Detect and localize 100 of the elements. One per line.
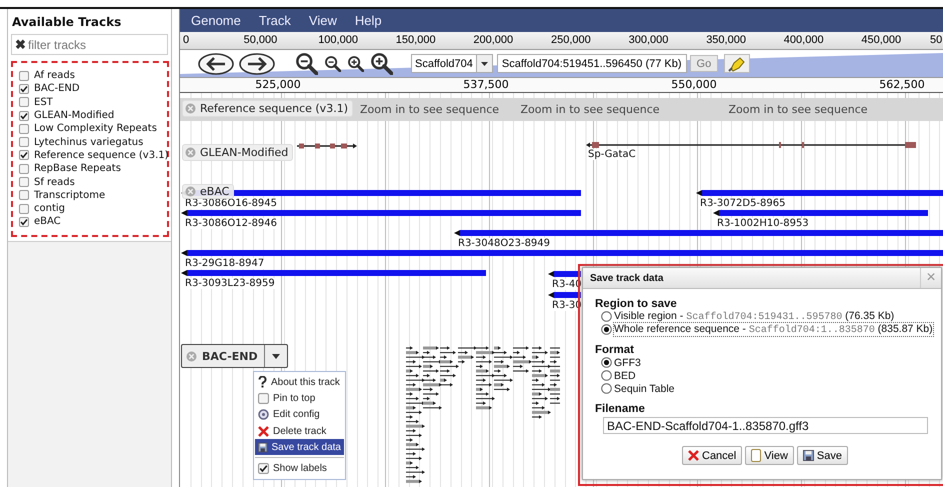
feature-bar[interactable]: [548, 271, 581, 277]
dialog-button[interactable]: View: [745, 446, 794, 465]
panel-title: Available Tracks: [12, 15, 122, 29]
section-heading: Filename: [595, 403, 646, 415]
highlight-button[interactable]: [724, 54, 750, 73]
ruler-label: 200,000: [473, 34, 514, 46]
track-name[interactable]: contig: [34, 203, 66, 214]
checkbox[interactable]: [19, 204, 29, 214]
location-field[interactable]: Scaffold704:519451..596450 (77 Kb): [496, 54, 687, 73]
checkbox[interactable]: [19, 216, 29, 227]
track-name[interactable]: BAC-END: [34, 83, 80, 94]
ruler-label: 50,000: [244, 34, 278, 46]
checkbox[interactable]: [19, 177, 29, 188]
radio-button[interactable]: [601, 324, 612, 335]
track-label[interactable]: Reference sequence (v3.1): [182, 100, 353, 117]
checkbox[interactable]: [19, 124, 29, 134]
feature-label: R3-3048O23-8949: [458, 238, 550, 249]
radio-button[interactable]: [601, 311, 612, 322]
track-name[interactable]: eBAC: [34, 216, 61, 228]
track-name[interactable]: Sf reads: [34, 176, 75, 188]
track-label[interactable]: BAC-END: [181, 344, 288, 368]
ruler-label: 100,000: [318, 34, 358, 46]
gene-feature[interactable]: [586, 141, 916, 149]
menu-item[interactable]: Show labels: [255, 460, 344, 477]
option-label[interactable]: Whole reference sequence - Scaffold704:1..835870 (835.87 Kb): [614, 323, 933, 336]
feature-label: R3-3086O12-8946: [185, 218, 278, 229]
close-icon: [258, 426, 269, 437]
menu-item[interactable]: Help: [346, 13, 391, 28]
close-icon: [688, 450, 699, 461]
ruler-label: 50: [930, 34, 942, 46]
ruler-label: 562,500: [879, 78, 925, 91]
feature-label: Sp-GataC: [588, 149, 636, 160]
track-name[interactable]: EST: [34, 96, 53, 108]
zoom-out-icon[interactable]: [295, 52, 318, 75]
dialog-title: Save track data: [589, 272, 664, 284]
ruler-label: 0: [183, 34, 190, 46]
feature-label: R3-1002H10-8953: [717, 218, 809, 229]
highlighter-icon: [728, 56, 746, 72]
dropdown-icon[interactable]: [272, 354, 280, 358]
filter-field[interactable]: ✖filter tracks: [11, 34, 168, 55]
menu-item[interactable]: Genome: [182, 13, 250, 28]
checkbox[interactable]: [19, 137, 29, 148]
checkbox[interactable]: [19, 70, 29, 81]
feature-label: R3-3086O16-8945: [185, 198, 278, 209]
pan-left-icon[interactable]: [198, 52, 234, 74]
radio-button[interactable]: [601, 357, 612, 368]
dropdown-icon[interactable]: [480, 62, 488, 66]
track-name[interactable]: RepBase Repeats: [34, 163, 121, 174]
track-label[interactable]: GLEAN-Modified: [182, 144, 294, 161]
feature-label: R3-3072D5-8965: [700, 198, 786, 209]
zoom-out-icon[interactable]: [324, 55, 341, 72]
pan-right-icon[interactable]: [239, 52, 275, 74]
checkbox[interactable]: [19, 164, 29, 174]
gene-feature[interactable]: [297, 142, 357, 150]
menu-item[interactable]: About this track: [255, 374, 344, 390]
zoom-in-icon[interactable]: [347, 55, 364, 72]
feature-bar[interactable]: [548, 292, 581, 298]
sequence-message: Zoom in to see sequence: [727, 103, 869, 116]
track-name[interactable]: Lytechinus variegatus: [34, 136, 144, 148]
track-name[interactable]: Transcriptome: [34, 190, 106, 201]
go-button[interactable]: Go: [690, 55, 718, 72]
dialog-button[interactable]: Cancel: [682, 446, 742, 465]
ruler-label: 400,000: [784, 34, 824, 46]
option-label[interactable]: BED: [614, 370, 636, 382]
section-heading: Region to save: [595, 298, 678, 310]
menu-item[interactable]: Save track data: [255, 439, 344, 456]
menu-item[interactable]: Track: [250, 13, 300, 28]
checkbox[interactable]: [258, 463, 269, 474]
ruler-label: 525,000: [255, 78, 301, 91]
checkbox[interactable]: [19, 84, 29, 94]
overview-ruler[interactable]: 0 50,000 100,000 150,000 200,000 250,000 300,000 350,000 400,000 450,000 50: [180, 32, 943, 50]
zoom-in-icon[interactable]: [370, 52, 393, 75]
dialog-button[interactable]: Save: [796, 446, 848, 465]
menu-item[interactable]: Pin to top: [255, 390, 344, 407]
checkbox[interactable]: [258, 392, 269, 404]
option-label[interactable]: Visible region - Scaffold704:519431..595780 (76.35 Kb): [614, 310, 894, 323]
checkbox[interactable]: [19, 97, 29, 108]
ruler-label: 150,000: [396, 34, 436, 46]
menu-item[interactable]: Edit config: [255, 406, 344, 423]
track-name[interactable]: Reference sequence (v3.1): [34, 150, 169, 161]
filename-field[interactable]: BAC-END-Scaffold704-1..835870.gff3: [603, 417, 928, 434]
sequence-message: Zoom in to see sequence: [360, 103, 500, 116]
checkbox[interactable]: [19, 190, 29, 200]
radio-button[interactable]: [601, 383, 612, 394]
ruler-label: 350,000: [706, 34, 746, 46]
checkbox[interactable]: [19, 150, 29, 160]
track-label[interactable]: eBAC: [182, 184, 234, 199]
checkbox[interactable]: [19, 110, 29, 121]
track-name[interactable]: GLEAN-Modified: [34, 110, 114, 122]
reference-select[interactable]: Scaffold704: [411, 54, 493, 73]
radio-button[interactable]: [601, 370, 612, 381]
track-name[interactable]: Af reads: [34, 70, 75, 82]
option-label[interactable]: GFF3: [614, 356, 641, 368]
option-label[interactable]: Sequin Table: [614, 382, 675, 394]
ruler-label: 550,000: [671, 78, 717, 91]
menu-item[interactable]: View: [300, 13, 346, 28]
feature-label: R3-29G18-8947: [185, 258, 264, 269]
menu-item[interactable]: Delete track: [255, 422, 344, 440]
clear-icon[interactable]: ✖: [15, 37, 26, 52]
track-name[interactable]: Low Complexity Repeats: [34, 123, 157, 134]
